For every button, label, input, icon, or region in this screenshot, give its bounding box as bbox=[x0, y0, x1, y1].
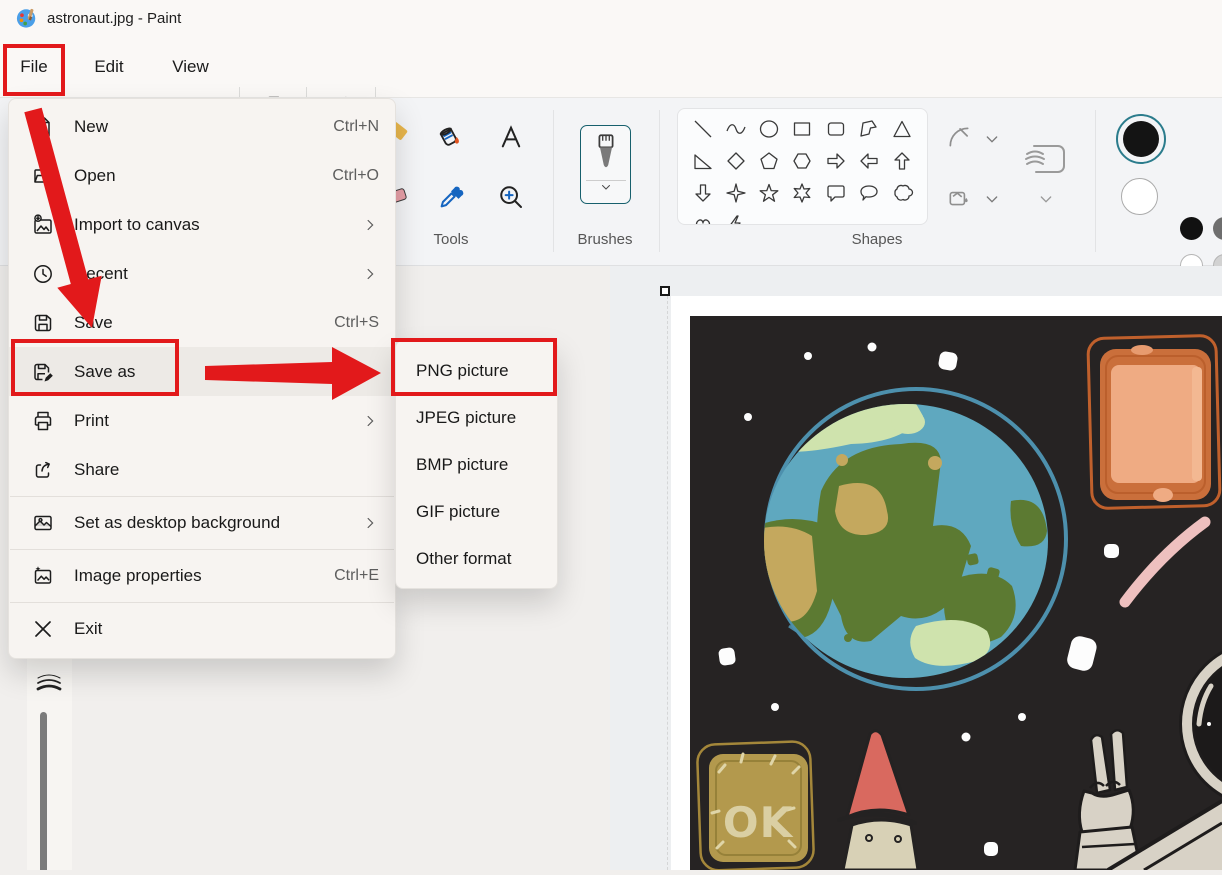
shape-arrow-up-icon[interactable] bbox=[886, 145, 919, 177]
shape-speech-oval-icon[interactable] bbox=[852, 177, 885, 209]
shape-right-triangle-icon[interactable] bbox=[686, 145, 719, 177]
shape-arrow-right-icon[interactable] bbox=[819, 145, 852, 177]
paint-logo-icon bbox=[16, 7, 38, 29]
exit-icon bbox=[31, 617, 55, 641]
text-tool-icon bbox=[497, 123, 525, 151]
canvas-texture-icon bbox=[1022, 140, 1068, 178]
shape-speech-rect-icon[interactable] bbox=[819, 177, 852, 209]
thickness-slider[interactable] bbox=[40, 712, 47, 870]
desktop-background-icon bbox=[31, 511, 55, 535]
thickness-panel bbox=[27, 655, 72, 870]
drawing-canvas[interactable]: OK bbox=[671, 296, 1222, 870]
submenu-item-other-format[interactable]: Other format bbox=[396, 535, 557, 582]
shape-triangle-icon[interactable] bbox=[886, 113, 919, 145]
magnifier-tool[interactable] bbox=[494, 180, 528, 214]
shape-outline-button[interactable] bbox=[944, 123, 974, 151]
submenu-item-gif-picture[interactable]: GIF picture bbox=[396, 488, 557, 535]
palette-swatch[interactable] bbox=[1180, 217, 1203, 240]
chevron-down-icon[interactable] bbox=[984, 191, 1000, 207]
shape-arrow-left-icon[interactable] bbox=[852, 145, 885, 177]
eyedropper-icon bbox=[436, 182, 466, 212]
submenu-chevron-icon bbox=[361, 514, 379, 532]
shape-arrow-down-icon[interactable] bbox=[686, 177, 719, 209]
shape-six-point-star-icon[interactable] bbox=[786, 177, 819, 209]
shape-four-point-star-icon[interactable] bbox=[719, 177, 752, 209]
shape-line-icon[interactable] bbox=[686, 113, 719, 145]
color2-swatch[interactable] bbox=[1121, 178, 1158, 215]
edit-menu-button[interactable]: Edit bbox=[84, 45, 134, 89]
menu-item-exit[interactable]: Exit bbox=[9, 604, 395, 653]
shapes-grid bbox=[677, 108, 928, 225]
window-title: astronaut.jpg - Paint bbox=[47, 10, 181, 27]
magnifier-icon bbox=[496, 182, 526, 212]
shape-hexagon-icon[interactable] bbox=[786, 145, 819, 177]
canvas-resize-handle[interactable] bbox=[660, 286, 670, 296]
submenu-item-bmp-picture[interactable]: BMP picture bbox=[396, 441, 557, 488]
brushes-button[interactable] bbox=[580, 125, 631, 204]
submenu-chevron-icon bbox=[361, 265, 379, 283]
shape-diamond-icon[interactable] bbox=[719, 145, 752, 177]
fill-bucket-tool[interactable] bbox=[433, 120, 467, 154]
shape-rectangle-icon[interactable] bbox=[786, 113, 819, 145]
ribbon-separator bbox=[659, 110, 660, 252]
menu-bar: File Edit View bbox=[0, 36, 1222, 97]
text-tool[interactable] bbox=[494, 120, 528, 154]
title-bar: astronaut.jpg - Paint bbox=[0, 0, 1222, 36]
annotation-box-save-as bbox=[11, 339, 179, 396]
shape-rounded-rectangle-icon[interactable] bbox=[819, 113, 852, 145]
menu-separator bbox=[10, 496, 394, 497]
fill-bucket-icon bbox=[435, 122, 465, 152]
ok-badge-text: OK bbox=[723, 798, 794, 847]
canvas-texture-button[interactable] bbox=[1020, 138, 1070, 180]
canvas-edge-guide bbox=[667, 296, 669, 870]
brush-icon bbox=[591, 132, 621, 176]
shape-curve-icon[interactable] bbox=[719, 113, 752, 145]
submenu-item-jpeg-picture[interactable]: JPEG picture bbox=[396, 394, 557, 441]
menu-item-share[interactable]: Share bbox=[9, 445, 395, 494]
annotation-arrow-save-as-to-png bbox=[200, 340, 390, 405]
annotation-box-file bbox=[3, 44, 65, 96]
shape-pentagon-icon[interactable] bbox=[753, 145, 786, 177]
color1-fill bbox=[1123, 121, 1159, 157]
share-icon bbox=[31, 458, 55, 482]
chevron-down-icon[interactable] bbox=[1038, 191, 1054, 207]
image-properties-icon bbox=[31, 564, 55, 588]
tools-section-label: Tools bbox=[433, 231, 468, 248]
ribbon-separator bbox=[553, 110, 554, 252]
shape-thought-cloud-icon[interactable] bbox=[886, 177, 919, 209]
thickness-waves-icon[interactable] bbox=[35, 671, 63, 697]
astronaut-artwork: OK bbox=[671, 296, 1222, 870]
submenu-chevron-icon bbox=[361, 216, 379, 234]
menu-separator bbox=[10, 549, 394, 550]
shape-oval-icon[interactable] bbox=[753, 113, 786, 145]
printer-icon bbox=[31, 409, 55, 433]
brushes-section-label: Brushes bbox=[577, 231, 632, 248]
shape-fill-icon bbox=[946, 185, 972, 211]
shape-fill-button[interactable] bbox=[944, 184, 974, 212]
annotation-box-png-picture bbox=[391, 338, 557, 396]
palette-swatch[interactable] bbox=[1213, 217, 1222, 240]
chevron-down-icon bbox=[599, 181, 613, 193]
annotation-arrow-file-to-save-as bbox=[0, 100, 110, 335]
menu-item-set-as-desktop-background[interactable]: Set as desktop background bbox=[9, 498, 395, 547]
chevron-down-icon[interactable] bbox=[984, 131, 1000, 147]
menu-separator bbox=[10, 602, 394, 603]
color1-swatch[interactable] bbox=[1116, 114, 1166, 164]
submenu-chevron-icon bbox=[361, 412, 379, 430]
shape-heart-icon[interactable] bbox=[686, 209, 719, 225]
eyedropper-tool[interactable] bbox=[434, 180, 468, 214]
shape-outline-icon bbox=[946, 124, 972, 150]
tablet-doodle bbox=[1088, 335, 1220, 508]
shapes-section-label: Shapes bbox=[852, 231, 903, 248]
menu-item-image-properties[interactable]: Image properties Ctrl+E bbox=[9, 551, 395, 600]
shape-polygon-icon[interactable] bbox=[852, 113, 885, 145]
view-menu-button[interactable]: View bbox=[162, 45, 219, 89]
ribbon-separator bbox=[1095, 110, 1096, 252]
shape-lightning-icon[interactable] bbox=[719, 209, 752, 225]
shape-five-point-star-icon[interactable] bbox=[753, 177, 786, 209]
ok-badge: OK bbox=[697, 741, 814, 870]
